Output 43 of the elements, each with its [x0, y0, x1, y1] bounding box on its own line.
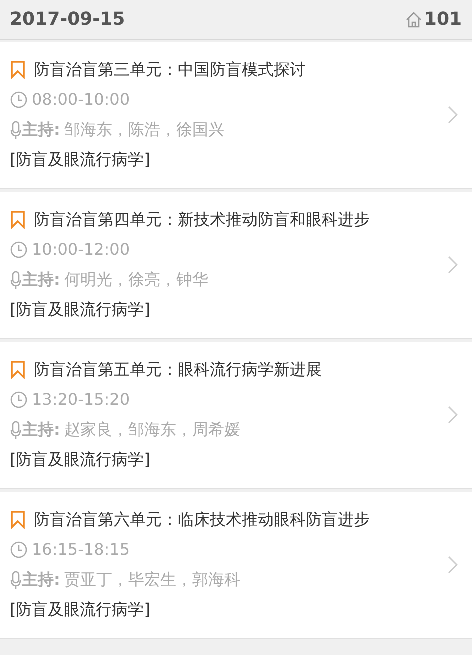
session-category: [防盲及眼流行病学]: [10, 299, 152, 321]
host-label: 主持:: [22, 269, 60, 291]
clock-icon: [10, 241, 28, 259]
session-time: 16:15-18:15: [32, 539, 130, 561]
home-icon: [405, 10, 424, 28]
host-names: 贾亚丁，毕宏生，郭海科: [64, 569, 240, 591]
session-card[interactable]: 防盲治盲第五单元：眼科流行病学新进展 13:20-15:20 主持: 赵家良，邹海东，周希媛 [防盲及眼流行病学]: [0, 342, 472, 489]
chevron-right-icon: [448, 256, 458, 274]
session-time: 13:20-15:20: [32, 389, 130, 411]
bookmark-icon: [10, 211, 26, 229]
session-time: 08:00-10:00: [32, 89, 130, 111]
chevron-right-icon: [448, 106, 458, 124]
session-card[interactable]: 防盲治盲第三单元：中国防盲模式探讨 08:00-10:00 主持: 邹海东，陈浩，徐国兴 [防盲及眼流行病学]: [0, 42, 472, 189]
host-label: 主持:: [22, 419, 60, 441]
clock-icon: [10, 391, 28, 409]
chevron-right-icon: [448, 556, 458, 574]
session-card[interactable]: 防盲治盲第四单元：新技术推动防盲和眼科进步 10:00-12:00 主持: 何明光，徐亮，钟华 [防盲及眼流行病学]: [0, 192, 472, 339]
chevron-right-icon: [448, 406, 458, 424]
bookmark-icon: [10, 61, 26, 79]
microphone-icon: [10, 570, 22, 590]
session-category: [防盲及眼流行病学]: [10, 149, 152, 171]
microphone-icon: [10, 420, 22, 440]
session-title: 防盲治盲第五单元：眼科流行病学新进展: [34, 359, 322, 381]
microphone-icon: [10, 120, 22, 140]
host-names: 何明光，徐亮，钟华: [64, 269, 208, 291]
clock-icon: [10, 541, 28, 559]
microphone-icon: [10, 270, 22, 290]
room-number: 101: [424, 8, 462, 32]
host-names: 赵家良，邹海东，周希媛: [64, 419, 240, 441]
session-category: [防盲及眼流行病学]: [10, 599, 152, 621]
session-title: 防盲治盲第四单元：新技术推动防盲和眼科进步: [34, 209, 370, 231]
host-label: 主持:: [22, 119, 60, 141]
host-names: 邹海东，陈浩，徐国兴: [64, 119, 224, 141]
session-title: 防盲治盲第六单元：临床技术推动眼科防盲进步: [34, 509, 370, 531]
date-heading: 2017-09-15: [10, 8, 126, 32]
clock-icon: [10, 91, 28, 109]
session-title: 防盲治盲第三单元：中国防盲模式探讨: [34, 59, 306, 81]
host-label: 主持:: [22, 569, 60, 591]
session-category: [防盲及眼流行病学]: [10, 449, 152, 471]
bookmark-icon: [10, 511, 26, 529]
bookmark-icon: [10, 361, 26, 379]
session-time: 10:00-12:00: [32, 239, 130, 261]
session-card[interactable]: 防盲治盲第六单元：临床技术推动眼科防盲进步 16:15-18:15 主持: 贾亚丁，毕宏生，郭海科 [防盲及眼流行病学]: [0, 492, 472, 639]
